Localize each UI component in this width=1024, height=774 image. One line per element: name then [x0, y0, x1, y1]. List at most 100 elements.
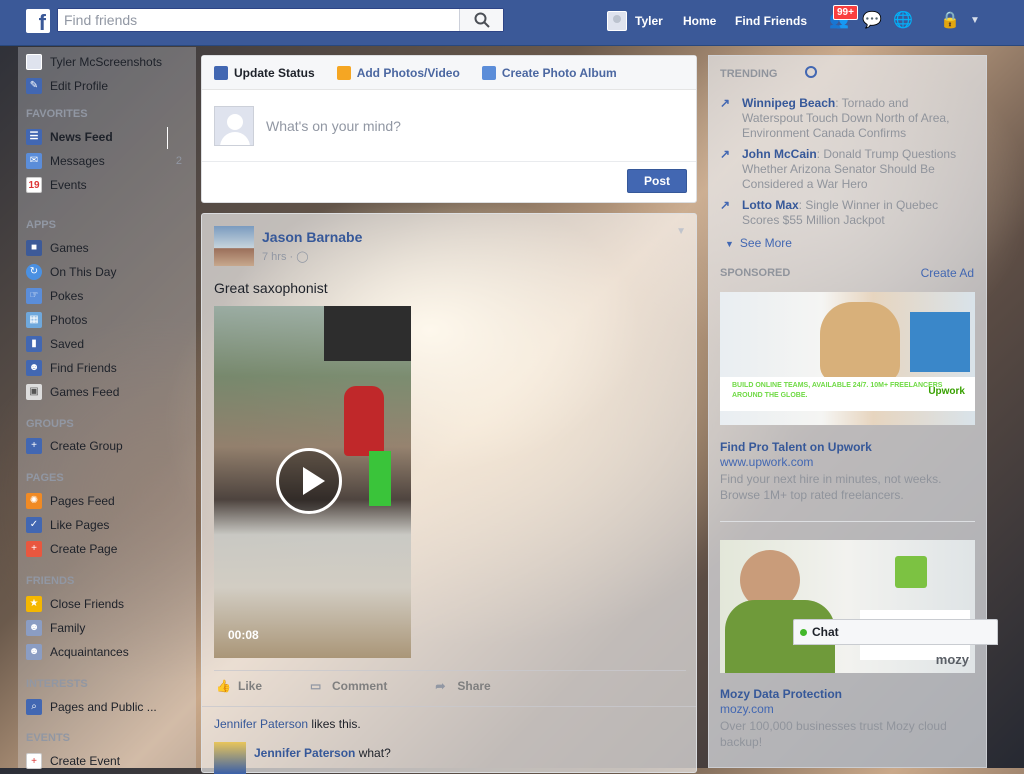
comment-avatar[interactable] — [214, 742, 246, 774]
home-link[interactable]: Home — [683, 0, 716, 42]
sidebar-item-label: Pages and Public ... — [50, 700, 157, 714]
sidebar-item-label: News Feed — [50, 130, 113, 144]
sidebar-item-label: Acquaintances — [50, 645, 129, 659]
photos-icon: ▦ — [26, 312, 42, 328]
sidebar-item-games[interactable]: ■ Games — [26, 238, 89, 258]
tab-create-photo-album[interactable]: Create Photo Album — [481, 65, 617, 80]
games-icon: ■ — [26, 240, 42, 256]
ad-url[interactable]: www.upwork.com — [720, 455, 813, 469]
sidebar-item-label: Pokes — [50, 289, 84, 303]
sidebar-item-close-friends[interactable]: ★ Close Friends — [26, 594, 124, 614]
sidebar-item-edit-profile[interactable]: ✎ Edit Profile — [26, 76, 108, 96]
action-label: Share — [457, 678, 491, 693]
search-input[interactable] — [58, 9, 459, 31]
create-ad-link[interactable]: Create Ad — [921, 266, 974, 280]
privacy-shortcuts-icon[interactable]: 🔒 — [940, 11, 960, 31]
sidebar-item-events[interactable]: 19 Events — [26, 175, 87, 195]
sidebar-item-label: Games Feed — [50, 385, 120, 399]
story-options-chevron-down-icon[interactable]: ▼ — [676, 226, 686, 237]
sidebar-item-create-event[interactable]: + Create Event — [26, 751, 120, 771]
sidebar-item-news-feed[interactable]: ☰ News Feed — [26, 127, 113, 147]
bookmark-icon: ▮ — [26, 336, 42, 352]
ad-banner: BUILD ONLINE TEAMS, AVAILABLE 24/7. 10M+… — [720, 377, 975, 411]
thumbs-up-icon: 👍 — [216, 678, 231, 693]
trending-item[interactable]: ↗ Lotto Max: Single Winner in Quebec Scor… — [720, 198, 970, 228]
selected-indicator — [167, 127, 168, 149]
sidebar-item-label: Find Friends — [50, 361, 117, 375]
avatar — [214, 105, 254, 146]
composer-tabs: Update Status Add Photos/Video Create Ph… — [202, 56, 696, 90]
ad-url[interactable]: mozy.com — [720, 702, 774, 716]
video-frame-shape — [344, 386, 384, 456]
ad-title[interactable]: Find Pro Talent on Upwork — [720, 440, 872, 454]
sidebar-item-label: Close Friends — [50, 597, 125, 611]
sidebar-item-like-pages[interactable]: ✓ Like Pages — [26, 515, 109, 535]
play-icon[interactable] — [276, 448, 342, 514]
gamepad-icon: ▣ — [26, 384, 42, 400]
sidebar-item-label: Events — [50, 178, 87, 192]
online-status-icon — [800, 628, 807, 636]
sidebar-item-saved[interactable]: ▮ Saved — [26, 334, 84, 354]
notifications-globe-icon[interactable]: 🌐 — [893, 11, 913, 31]
author-avatar[interactable] — [214, 226, 254, 266]
sidebar-item-pages-public[interactable]: ⌕ Pages and Public ... — [26, 697, 157, 717]
sidebar-item-label: On This Day — [50, 265, 117, 279]
sidebar-item-pokes[interactable]: ☞ Pokes — [26, 286, 83, 306]
sidebar-item-family[interactable]: ☻ Family — [26, 618, 85, 638]
sidebar-item-create-group[interactable]: + Create Group — [26, 436, 123, 456]
trending-item[interactable]: ↗ John McCain: Donald Trump Questions Whe… — [720, 147, 970, 192]
section-heading-events: EVENTS — [26, 732, 71, 744]
sidebar-item-create-page[interactable]: + Create Page — [26, 539, 117, 559]
composer-input[interactable]: What's on your mind? — [266, 118, 401, 134]
sidebar-item-on-this-day[interactable]: ↻ On This Day — [26, 262, 116, 282]
photo-icon — [336, 65, 351, 80]
liker-link[interactable]: Jennifer Paterson — [214, 717, 308, 731]
find-friends-link[interactable]: Find Friends — [735, 0, 807, 42]
top-bar: f Tyler Home Find Friends 👥 99+ 💬 🌐 🔒 ▼ — [0, 0, 1024, 46]
feed-story: Jason Barnabe 7 hrs · ◯ ▼ Great saxophon… — [201, 213, 697, 774]
search-button[interactable] — [459, 9, 503, 31]
like-button[interactable]: 👍 Like — [216, 679, 262, 693]
ad-brand-logo: Upwork — [928, 386, 965, 397]
sidebar-item-find-friends[interactable]: ☻ Find Friends — [26, 358, 117, 378]
ad-image-mozy[interactable]: mozy — [720, 540, 975, 673]
messages-icon[interactable]: 💬 — [862, 11, 882, 31]
sidebar-item-messages[interactable]: ✉ Messages — [26, 151, 105, 171]
video-frame-shape — [324, 306, 411, 361]
sidebar-item-games-feed[interactable]: ▣ Games Feed — [26, 382, 119, 402]
calendar-plus-icon: + — [26, 753, 42, 769]
trending-refresh-icon[interactable] — [805, 66, 817, 78]
story-actions: 👍 Like ▭ Comment ➦ Share — [214, 670, 686, 700]
video-player[interactable]: 00:08 — [214, 306, 411, 658]
sidebar-item-pages-feed[interactable]: ✺ Pages Feed — [26, 491, 115, 511]
section-heading-apps: APPS — [26, 219, 56, 231]
see-more-link[interactable]: ▼ See More — [725, 236, 792, 250]
friends-icon: ☻ — [26, 360, 42, 376]
ad-image-upwork[interactable]: BUILD ONLINE TEAMS, AVAILABLE 24/7. 10M+… — [720, 292, 975, 425]
author-name[interactable]: Jason Barnabe — [262, 229, 362, 245]
left-sidebar: Tyler McScreenshots ✎ Edit Profile FAVORI… — [18, 47, 196, 771]
composer-body[interactable]: What's on your mind? — [202, 90, 696, 162]
facebook-logo-icon[interactable]: f — [26, 9, 50, 33]
comment-button[interactable]: ▭ Comment — [310, 679, 387, 693]
album-icon — [481, 65, 496, 80]
story-timestamp[interactable]: 7 hrs · ◯ — [262, 250, 309, 263]
story-text: Great saxophonist — [214, 280, 328, 296]
news-feed-icon: ☰ — [26, 129, 42, 145]
trending-item[interactable]: ↗ Winnipeg Beach: Tornado and Waterspout … — [720, 96, 970, 141]
comment-author[interactable]: Jennifer Paterson — [254, 746, 355, 760]
account-menu-chevron-down-icon[interactable]: ▼ — [965, 11, 985, 31]
tab-update-status[interactable]: Update Status — [214, 65, 315, 80]
post-button[interactable]: Post — [627, 169, 687, 193]
sidebar-item-acquaintances[interactable]: ☻ Acquaintances — [26, 642, 129, 662]
ad-title[interactable]: Mozy Data Protection — [720, 687, 842, 701]
tab-add-photos-video[interactable]: Add Photos/Video — [336, 65, 460, 80]
sidebar-item-profile[interactable]: Tyler McScreenshots — [26, 52, 162, 72]
chat-bar[interactable]: Chat — [793, 619, 998, 645]
sidebar-item-photos[interactable]: ▦ Photos — [26, 310, 87, 330]
divider — [720, 521, 975, 522]
family-icon: ☻ — [26, 620, 42, 636]
share-button[interactable]: ➦ Share — [435, 679, 490, 693]
profile-link[interactable]: Tyler — [607, 0, 663, 42]
sidebar-item-label: Tyler McScreenshots — [50, 55, 163, 69]
